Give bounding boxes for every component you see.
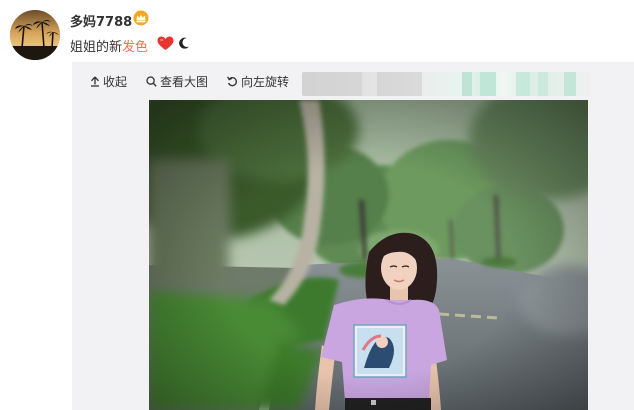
rotate-left-label: 向左旋转 [241, 75, 290, 89]
moon-icon [179, 37, 189, 49]
rotate-left-icon [227, 76, 238, 87]
media-box: 收起 查看大图 向左旋转 [72, 62, 634, 410]
view-large-label: 查看大图 [160, 75, 209, 89]
rotate-left-button[interactable]: 向左旋转 [227, 73, 289, 90]
heart-icon [157, 36, 174, 50]
arrow-up-icon [91, 76, 99, 87]
post-text-highlight[interactable]: 发色 [122, 40, 148, 55]
collapse-label: 收起 [103, 75, 128, 89]
post-text-main: 姐姐的新 [70, 40, 123, 55]
post-photo[interactable] [149, 100, 588, 410]
vip-crown-icon[interactable] [133, 10, 149, 26]
media-toolbar: 收起 查看大图 向左旋转 [72, 62, 634, 100]
magnifier-icon [146, 76, 157, 87]
view-large-button[interactable]: 查看大图 [146, 73, 208, 90]
username[interactable]: 多妈7788 [70, 11, 132, 30]
avatar[interactable] [10, 10, 60, 60]
photo-image [149, 100, 588, 410]
post-text: 姐姐的新发色 [70, 36, 148, 55]
collapse-button[interactable]: 收起 [90, 73, 127, 90]
avatar-image [10, 10, 60, 60]
blurred-area [302, 72, 590, 96]
